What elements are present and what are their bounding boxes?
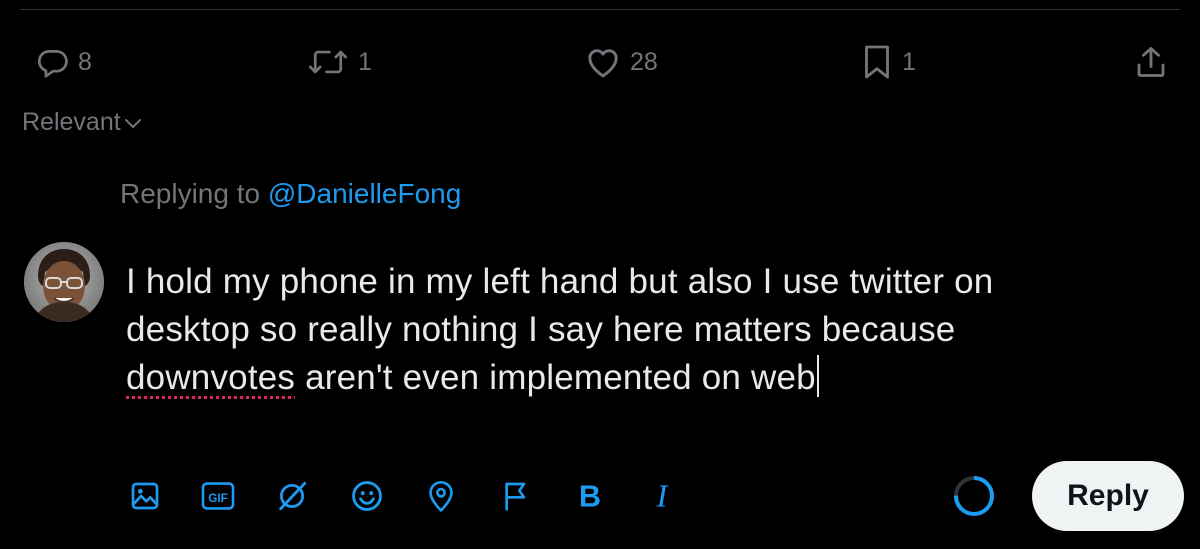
share-action[interactable]	[1133, 36, 1169, 88]
draft-line-3: downvotes aren't even implemented on web	[126, 354, 1186, 402]
reply-action[interactable]: 8	[36, 36, 92, 88]
like-action[interactable]: 28	[584, 36, 658, 88]
draft-line-2: desktop so really nothing I say here mat…	[126, 310, 956, 349]
grok-icon[interactable]	[272, 476, 312, 516]
heart-icon	[584, 45, 622, 79]
svg-text:GIF: GIF	[208, 492, 228, 505]
draft-line-1: I hold my phone in my left hand but also…	[126, 262, 994, 301]
tweet-action-bar: 8 1 28 1	[0, 36, 1200, 88]
sort-label: Relevant	[22, 108, 121, 136]
emoji-icon[interactable]	[347, 476, 387, 516]
bold-icon[interactable]: B	[570, 476, 610, 516]
avatar[interactable]	[24, 242, 104, 322]
like-count: 28	[630, 47, 658, 76]
avatar-photo	[24, 242, 104, 322]
character-count-ring	[952, 474, 996, 518]
location-icon[interactable]	[421, 476, 461, 516]
reply-compose-textarea[interactable]: I hold my phone in my left hand but also…	[126, 258, 1186, 402]
image-icon[interactable]	[125, 476, 165, 516]
replying-prefix: Replying to	[120, 178, 261, 209]
chevron-down-icon	[123, 108, 143, 137]
bookmark-count: 1	[902, 47, 916, 76]
svg-text:B: B	[579, 480, 601, 512]
flag-icon[interactable]	[496, 476, 536, 516]
retweet-icon	[306, 45, 350, 79]
misspelled-word: downvotes	[126, 358, 296, 397]
top-divider	[20, 9, 1180, 10]
reply-submit-button[interactable]: Reply	[1032, 461, 1184, 531]
replying-handle-link[interactable]: @DanielleFong	[268, 178, 461, 209]
draft-line-3-rest: aren't even implemented on web	[295, 358, 816, 397]
gif-icon[interactable]: GIF	[198, 476, 238, 516]
reply-count: 8	[78, 47, 92, 76]
reply-icon	[36, 45, 70, 79]
retweet-action[interactable]: 1	[306, 36, 372, 88]
svg-text:I: I	[656, 480, 669, 512]
bookmark-icon	[860, 44, 894, 80]
text-cursor	[816, 355, 819, 397]
replying-to: Replying to @DanielleFong	[120, 178, 461, 210]
share-icon	[1133, 44, 1169, 80]
italic-icon[interactable]: I	[642, 476, 682, 516]
bookmark-action[interactable]: 1	[860, 36, 916, 88]
retweet-count: 1	[358, 47, 372, 76]
reply-sort-dropdown[interactable]: Relevant	[22, 108, 143, 137]
